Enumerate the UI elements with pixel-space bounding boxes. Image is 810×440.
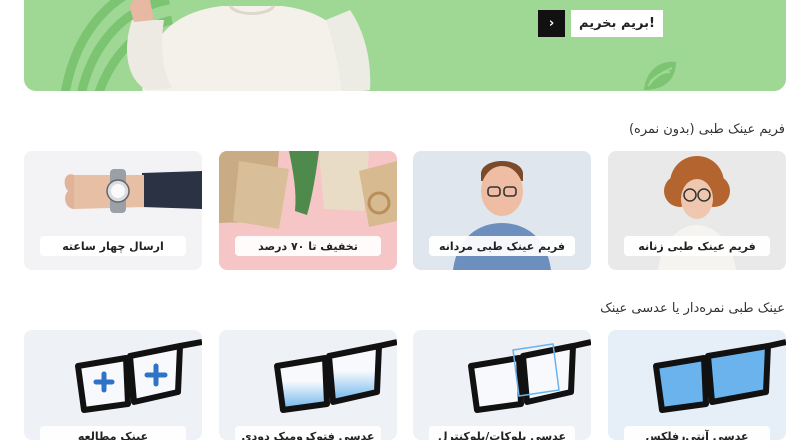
chevron-right-icon[interactable]: › bbox=[538, 10, 565, 37]
card-label: ارسال چهار ساعته bbox=[40, 236, 186, 256]
shop-now-button[interactable]: › بریم بخریم! bbox=[538, 10, 663, 37]
promo-banner[interactable]: › بریم بخریم! bbox=[24, 0, 786, 91]
decorative-leaf-icon bbox=[644, 61, 676, 90]
card-label: عدسی بلوکات/بلوکنترل bbox=[429, 426, 575, 440]
hero-person-image bbox=[127, 0, 371, 91]
card-discount[interactable]: تخفیف تا ۷۰ درصد bbox=[219, 151, 397, 270]
shop-now-label[interactable]: بریم بخریم! bbox=[571, 10, 663, 37]
section-title-frames: فریم عینک طبی (بدون نمره) bbox=[628, 122, 785, 137]
card-women-frames[interactable]: فریم عینک طبی زنانه bbox=[608, 151, 786, 270]
card-label: عدسی آنتی‌رفلکس bbox=[624, 426, 770, 440]
card-men-frames[interactable]: فریم عینک طبی مردانه bbox=[413, 151, 591, 270]
card-label: تخفیف تا ۷۰ درصد bbox=[235, 236, 381, 256]
card-label: فریم عینک طبی مردانه bbox=[429, 236, 575, 256]
section-title-lenses: عینک طبی نمره‌دار یا عدسی عینک bbox=[600, 301, 785, 316]
card-fast-delivery[interactable]: ارسال چهار ساعته bbox=[24, 151, 202, 270]
card-label: فریم عینک طبی زنانه bbox=[624, 236, 770, 256]
card-label: عینک مطالعه bbox=[40, 426, 186, 440]
card-label: عدسی فتوکرومیک دودی bbox=[235, 426, 381, 440]
